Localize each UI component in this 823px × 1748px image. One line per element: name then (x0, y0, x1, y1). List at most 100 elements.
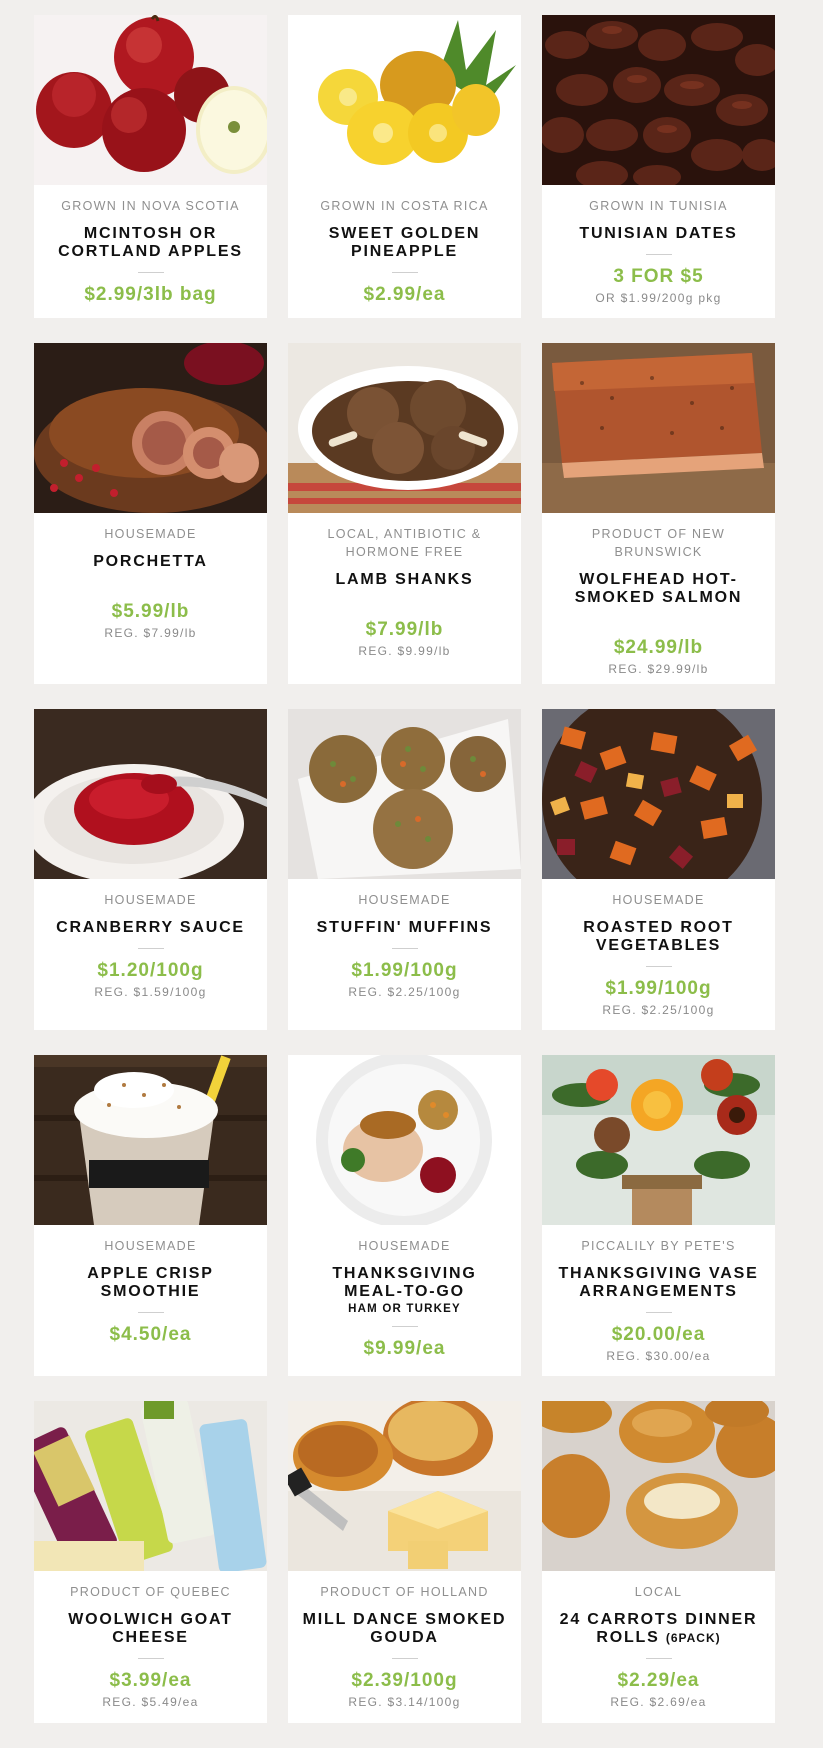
product-card[interactable]: HOUSEMADE APPLE CRISP SMOOTHIE $4.50/ea (34, 1055, 267, 1376)
product-name-text: 24 CARROTS DINNER ROLLS (559, 1611, 758, 1646)
product-origin: HOUSEMADE (358, 893, 451, 907)
product-row: HOUSEMADE PORCHETTA $5.99/lb REG. $7.99/… (34, 343, 779, 684)
product-row: PRODUCT OF QUEBEC WOOLWICH GOAT CHEESE $… (34, 1401, 779, 1723)
product-card[interactable]: HOUSEMADE ROASTED ROOT VEGETABLES $1.99/… (542, 709, 775, 1030)
product-card[interactable]: HOUSEMADE STUFFIN' MUFFINS $1.99/100g RE… (288, 709, 521, 1030)
product-origin: HOUSEMADE (104, 1239, 197, 1253)
divider (391, 1658, 418, 1659)
meal-image (288, 1055, 521, 1225)
product-origin: PICCALILY BY PETE'S (581, 1239, 736, 1253)
divider (137, 1312, 164, 1313)
product-card[interactable]: PRODUCT OF HOLLAND MILL DANCE SMOKED GOU… (288, 1401, 521, 1723)
product-card[interactable]: PRODUCT OF NEW BRUNSWICK WOLFHEAD HOT-SM… (542, 343, 775, 684)
divider (645, 254, 672, 255)
product-price: $2.99/3lb bag (84, 284, 217, 305)
product-regular-price: REG. $9.99/lb (358, 644, 451, 658)
product-price: $9.99/ea (363, 1338, 446, 1359)
product-regular-price: REG. $2.69/ea (610, 1695, 707, 1709)
product-regular-price: REG. $2.25/100g (348, 985, 461, 999)
product-card[interactable]: HOUSEMADE CRANBERRY SAUCE $1.20/100g REG… (34, 709, 267, 1030)
product-regular-price: OR $1.99/200g pkg (595, 291, 722, 305)
product-grid: GROWN IN NOVA SCOTIA MCINTOSH OR CORTLAN… (34, 15, 779, 1748)
porchetta-image (34, 343, 267, 513)
product-card[interactable]: GROWN IN NOVA SCOTIA MCINTOSH OR CORTLAN… (34, 15, 267, 318)
product-origin: GROWN IN COSTA RICA (320, 199, 489, 213)
product-regular-price: REG. $3.14/100g (348, 1695, 461, 1709)
product-name: THANKSGIVING VASE ARRANGEMENTS (558, 1265, 759, 1300)
product-name: MCINTOSH OR CORTLAND APPLES (58, 225, 243, 260)
product-origin: GROWN IN TUNISIA (589, 199, 728, 213)
product-card[interactable]: HOUSEMADE PORCHETTA $5.99/lb REG. $7.99/… (34, 343, 267, 684)
product-name: TUNISIAN DATES (579, 225, 738, 242)
cranberry-sauce-image (34, 709, 267, 879)
divider (138, 589, 164, 590)
product-origin: HOUSEMADE (358, 1239, 451, 1253)
product-pack-size: (6PACK) (665, 1631, 721, 1645)
product-origin: HOUSEMADE (612, 893, 705, 907)
root-vegetables-image (542, 709, 775, 879)
divider (391, 1326, 418, 1327)
product-origin: LOCAL (634, 1585, 683, 1599)
product-regular-price: REG. $5.49/ea (102, 1695, 199, 1709)
divider (645, 1312, 672, 1313)
product-card[interactable]: LOCAL, ANTIBIOTIC & HORMONE FREE LAMB SH… (288, 343, 521, 684)
divider (137, 948, 164, 949)
product-card[interactable]: HOUSEMADE THANKSGIVING MEAL-TO-GO HAM OR… (288, 1055, 521, 1376)
product-card[interactable]: GROWN IN TUNISIA TUNISIAN DATES 3 FOR $5… (542, 15, 775, 318)
product-name: MILL DANCE SMOKED GOUDA (302, 1611, 507, 1646)
divider (392, 607, 418, 608)
divider (137, 1658, 164, 1659)
product-name: CRANBERRY SAUCE (56, 919, 245, 936)
product-origin: PRODUCT OF HOLLAND (320, 1585, 489, 1599)
product-origin: PRODUCT OF QUEBEC (70, 1585, 231, 1599)
product-price: $2.29/ea (617, 1670, 700, 1691)
product-regular-price: REG. $2.25/100g (602, 1003, 715, 1017)
product-regular-price: REG. $1.59/100g (94, 985, 207, 999)
product-name: ROASTED ROOT VEGETABLES (583, 919, 734, 954)
product-price: $4.50/ea (109, 1324, 192, 1345)
stuffin-muffins-image (288, 709, 521, 879)
product-origin: HOUSEMADE (104, 893, 197, 907)
product-card[interactable]: PRODUCT OF QUEBEC WOOLWICH GOAT CHEESE $… (34, 1401, 267, 1723)
product-name: WOOLWICH GOAT CHEESE (68, 1611, 233, 1646)
product-row: HOUSEMADE APPLE CRISP SMOOTHIE $4.50/ea (34, 1055, 779, 1376)
product-regular-price: REG. $7.99/lb (104, 626, 197, 640)
product-row: GROWN IN NOVA SCOTIA MCINTOSH OR CORTLAN… (34, 15, 779, 318)
product-variant: HAM OR TURKEY (348, 1303, 461, 1315)
product-origin: GROWN IN NOVA SCOTIA (61, 199, 240, 213)
product-name: STUFFIN' MUFFINS (316, 919, 493, 936)
pineapple-image (288, 15, 521, 185)
divider (645, 966, 672, 967)
divider (137, 272, 164, 273)
product-regular-price: REG. $29.99/lb (608, 662, 709, 676)
lamb-shanks-image (288, 343, 521, 513)
product-price: 3 FOR $5 (613, 266, 704, 287)
product-price: $1.99/100g (605, 978, 712, 999)
product-regular-price: REG. $30.00/ea (606, 1349, 711, 1363)
apples-image (34, 15, 267, 185)
salmon-image (542, 343, 775, 513)
product-price: $1.99/100g (351, 960, 458, 981)
product-price: $24.99/lb (613, 637, 704, 658)
dinner-rolls-image (542, 1401, 775, 1571)
product-name: WOLFHEAD HOT-SMOKED SALMON (574, 571, 743, 606)
product-card[interactable]: PICCALILY BY PETE'S THANKSGIVING VASE AR… (542, 1055, 775, 1376)
flowers-image (542, 1055, 775, 1225)
product-price: $2.39/100g (351, 1670, 458, 1691)
product-row: HOUSEMADE CRANBERRY SAUCE $1.20/100g REG… (34, 709, 779, 1030)
product-origin: HOUSEMADE (104, 527, 197, 541)
product-card[interactable]: LOCAL 24 CARROTS DINNER ROLLS (6PACK) $2… (542, 1401, 775, 1723)
dates-image (542, 15, 775, 185)
product-name: LAMB SHANKS (335, 571, 474, 588)
divider (645, 1658, 672, 1659)
product-price: $3.99/ea (109, 1670, 192, 1691)
product-price: $5.99/lb (111, 601, 190, 622)
product-name: 24 CARROTS DINNER ROLLS (6PACK) (542, 1611, 775, 1647)
product-card[interactable]: GROWN IN COSTA RICA SWEET GOLDEN PINEAPP… (288, 15, 521, 318)
gouda-image (288, 1401, 521, 1571)
product-price: $20.00/ea (611, 1324, 706, 1345)
product-name: SWEET GOLDEN PINEAPPLE (328, 225, 481, 260)
product-origin: LOCAL, ANTIBIOTIC & HORMONE FREE (327, 527, 482, 559)
goat-cheese-image (34, 1401, 267, 1571)
product-price: $7.99/lb (365, 619, 444, 640)
